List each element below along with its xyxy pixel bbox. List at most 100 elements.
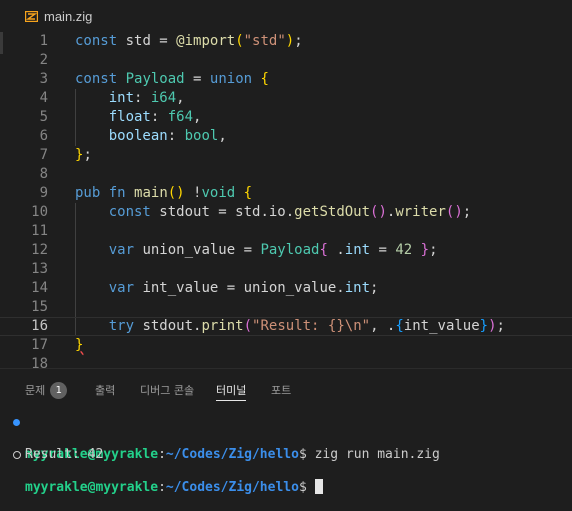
code-token: = bbox=[184, 71, 210, 87]
tab-terminal[interactable]: 터미널 bbox=[216, 382, 247, 401]
terminal-line-prompt: myyrakle@myyrakle:~/Codes/Zig/hello$ bbox=[0, 447, 323, 495]
code-token: } bbox=[420, 242, 430, 258]
code-token: pub bbox=[75, 185, 101, 201]
code-line[interactable]: 8 bbox=[0, 165, 572, 184]
code-token: "Result: {}\n" bbox=[252, 318, 371, 334]
code-line[interactable]: 2 bbox=[0, 51, 572, 70]
terminal-cursor bbox=[314, 479, 323, 494]
line-number: 17 bbox=[31, 337, 48, 353]
code-text: var int_value = union_value.int; bbox=[75, 279, 379, 298]
terminal-command: $ zig run main.zig bbox=[298, 447, 440, 462]
line-number: 4 bbox=[39, 90, 48, 106]
code-token: ; bbox=[294, 33, 303, 49]
code-token: () bbox=[445, 204, 463, 220]
code-token: int_value bbox=[403, 318, 480, 334]
code-line[interactable]: 6 boolean: bool, bbox=[0, 127, 572, 146]
code-token: = bbox=[370, 242, 396, 258]
code-text: float: f64, bbox=[75, 108, 202, 127]
line-number: 7 bbox=[39, 147, 48, 163]
code-line[interactable]: 7}; bbox=[0, 146, 572, 165]
terminal-output: Result: 42 bbox=[25, 447, 104, 462]
code-line[interactable]: 10 const stdout = std.io.getStdOut().wri… bbox=[0, 203, 572, 222]
code-token: ! bbox=[184, 185, 202, 201]
code-line[interactable]: 14 var int_value = union_value.int; bbox=[0, 279, 572, 298]
code-token: , bbox=[218, 128, 227, 144]
code-token: int_value = union_value. bbox=[134, 280, 345, 296]
line-number: 16 bbox=[31, 318, 48, 334]
hollow-dot-icon[interactable] bbox=[13, 451, 21, 459]
code-token: fn bbox=[108, 185, 126, 201]
code-line[interactable]: 1 const std = @import("std"); bbox=[0, 32, 572, 51]
code-token: const bbox=[75, 33, 118, 49]
zig-icon bbox=[25, 10, 38, 22]
code-text: const Payload = union { bbox=[75, 70, 269, 89]
code-token: boolean bbox=[108, 128, 168, 144]
code-line[interactable]: 13 bbox=[0, 260, 572, 279]
code-token: ; bbox=[370, 280, 379, 296]
code-line[interactable]: 5 float: f64, bbox=[0, 108, 572, 127]
terminal-path: ~/Codes/Zig/hello bbox=[165, 447, 299, 462]
code-text: const std = @import("std"); bbox=[75, 32, 303, 51]
code-text: const stdout = std.io.getStdOut().writer… bbox=[75, 203, 471, 222]
code-text: int: i64, bbox=[75, 89, 185, 108]
code-line[interactable]: 11 bbox=[0, 222, 572, 241]
code-token: } bbox=[479, 318, 489, 334]
code-line[interactable]: 15 bbox=[0, 298, 572, 317]
breadcrumb[interactable]: main.zig bbox=[0, 0, 572, 32]
line-number: 11 bbox=[31, 223, 48, 239]
code-line[interactable]: 12 var union_value = Payload{ .int = 42 … bbox=[0, 241, 572, 260]
code-line[interactable]: 16 try stdout.print("Result: {}\n", .{in… bbox=[0, 317, 572, 336]
line-number: 6 bbox=[39, 128, 48, 144]
code-token: { bbox=[243, 185, 253, 201]
code-token: , bbox=[193, 109, 202, 125]
line-number: 14 bbox=[31, 280, 48, 296]
code-line[interactable]: 9 pub fn main() !void { bbox=[0, 184, 572, 203]
tab-problems-label: 문제 bbox=[25, 384, 46, 397]
code-token: int bbox=[344, 280, 371, 296]
line-number: 12 bbox=[31, 242, 48, 258]
code-token: float bbox=[108, 109, 151, 125]
terminal-line-command: myyrakle@myyrakle:~/Codes/Zig/hello$ zig… bbox=[0, 415, 440, 462]
tab-problems[interactable]: 문제 1 bbox=[25, 382, 68, 400]
breadcrumb-filename[interactable]: main.zig bbox=[44, 9, 92, 24]
code-line[interactable]: 3 const Payload = union { bbox=[0, 70, 572, 89]
code-text: var union_value = Payload{ .int = 42 }; bbox=[75, 241, 438, 260]
line-number: 1 bbox=[39, 33, 48, 49]
code-token: () bbox=[370, 204, 387, 220]
code-token: ; bbox=[429, 242, 438, 258]
code-token: ; bbox=[83, 147, 92, 163]
code-token: 42 bbox=[395, 242, 413, 258]
code-token: var bbox=[108, 242, 135, 258]
code-token: void bbox=[201, 185, 236, 201]
code-token: , bbox=[176, 90, 185, 106]
code-token: i64 bbox=[150, 90, 177, 106]
line-number: 3 bbox=[39, 71, 48, 87]
code-line[interactable]: 18 bbox=[0, 355, 572, 368]
line-number: 18 bbox=[31, 356, 48, 368]
code-token: stdout = std.io. bbox=[150, 204, 295, 220]
line-number: 2 bbox=[39, 52, 48, 68]
tab-ports[interactable]: 포트 bbox=[271, 382, 291, 398]
line-number: 9 bbox=[39, 185, 48, 201]
filled-dot-icon[interactable] bbox=[13, 419, 20, 426]
panel-tabs: 문제 1 출력 디버그 콘솔 터미널 포트 bbox=[0, 369, 572, 409]
code-editor[interactable]: 1 const std = @import("std"); 2 3 const Payl… bbox=[0, 32, 572, 368]
line-number: 5 bbox=[39, 109, 48, 125]
code-token: @import bbox=[176, 33, 236, 49]
code-line[interactable]: 17} bbox=[0, 336, 572, 355]
code-token: stdout. bbox=[134, 318, 202, 334]
tab-debug-console[interactable]: 디버그 콘솔 bbox=[140, 382, 194, 398]
tab-output[interactable]: 출력 bbox=[95, 382, 115, 398]
code-line[interactable]: 4 int: i64, bbox=[0, 89, 572, 108]
terminal[interactable]: myyrakle@myyrakle:~/Codes/Zig/hello$ zig… bbox=[0, 412, 572, 495]
terminal-separator: : bbox=[158, 480, 166, 495]
